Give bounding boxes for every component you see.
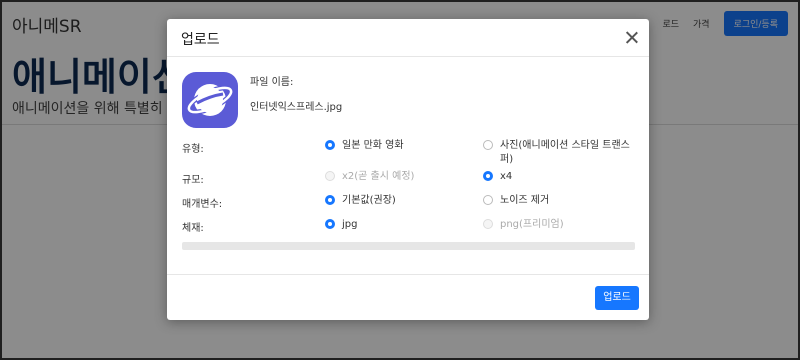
file-name-value: 인터넷익스프레스.jpg <box>250 102 343 113</box>
format-option-jpg[interactable]: jpg <box>325 218 357 232</box>
option-text: x2(곧 출시 예정) <box>342 171 415 182</box>
option-text: png(프리미엄) <box>500 219 564 230</box>
radio-disabled <box>325 171 335 181</box>
upload-progress-bar <box>182 242 635 250</box>
planet-browser-icon <box>182 72 238 128</box>
params-label: 매개변수: <box>182 199 223 210</box>
radio-checked[interactable] <box>325 195 335 205</box>
params-option-default[interactable]: 기본값(권장) <box>325 194 396 208</box>
scale-label: 규모: <box>182 175 204 186</box>
radio-checked[interactable] <box>325 140 335 150</box>
type-label: 유형: <box>182 144 204 155</box>
scale-option-x4[interactable]: x4 <box>483 170 512 184</box>
option-text: 기본값(권장) <box>342 195 396 206</box>
radio-unchecked[interactable] <box>483 140 493 150</box>
upload-modal: 업로드 파일 이름: 인터넷익스프레스.jpg 유형: 일본 만화 영화 사진(… <box>167 19 649 320</box>
scale-option-x2: x2(곧 출시 예정) <box>325 170 414 184</box>
upload-button[interactable]: 업로드 <box>595 286 639 310</box>
params-option-denoise[interactable]: 노이즈 제거 <box>483 194 549 208</box>
footer-divider <box>167 274 649 275</box>
radio-checked[interactable] <box>483 171 493 181</box>
file-name-label: 파일 이름: <box>250 77 294 88</box>
option-text: 사진(애니메이션 스타일 트랜스퍼) <box>500 140 630 165</box>
format-option-png: png(프리미엄) <box>483 218 564 232</box>
option-text: jpg <box>342 219 358 230</box>
radio-disabled <box>483 219 493 229</box>
format-label: 체재: <box>182 223 204 234</box>
type-option-anime[interactable]: 일본 만화 영화 <box>325 139 404 153</box>
option-text: 일본 만화 영화 <box>342 140 404 151</box>
close-icon[interactable] <box>624 29 640 45</box>
window-frame: 아니메SR 로드 가격 로그인/등록 애니메이션 애니메이션을 위해 특별히 업… <box>0 0 800 360</box>
option-text: x4 <box>500 171 513 182</box>
modal-title: 업로드 <box>181 32 220 48</box>
radio-unchecked[interactable] <box>483 195 493 205</box>
modal-header: 업로드 <box>167 19 649 57</box>
option-text: 노이즈 제거 <box>500 195 550 206</box>
type-option-photo[interactable]: 사진(애니메이션 스타일 트랜스퍼) <box>483 139 635 167</box>
radio-checked[interactable] <box>325 219 335 229</box>
